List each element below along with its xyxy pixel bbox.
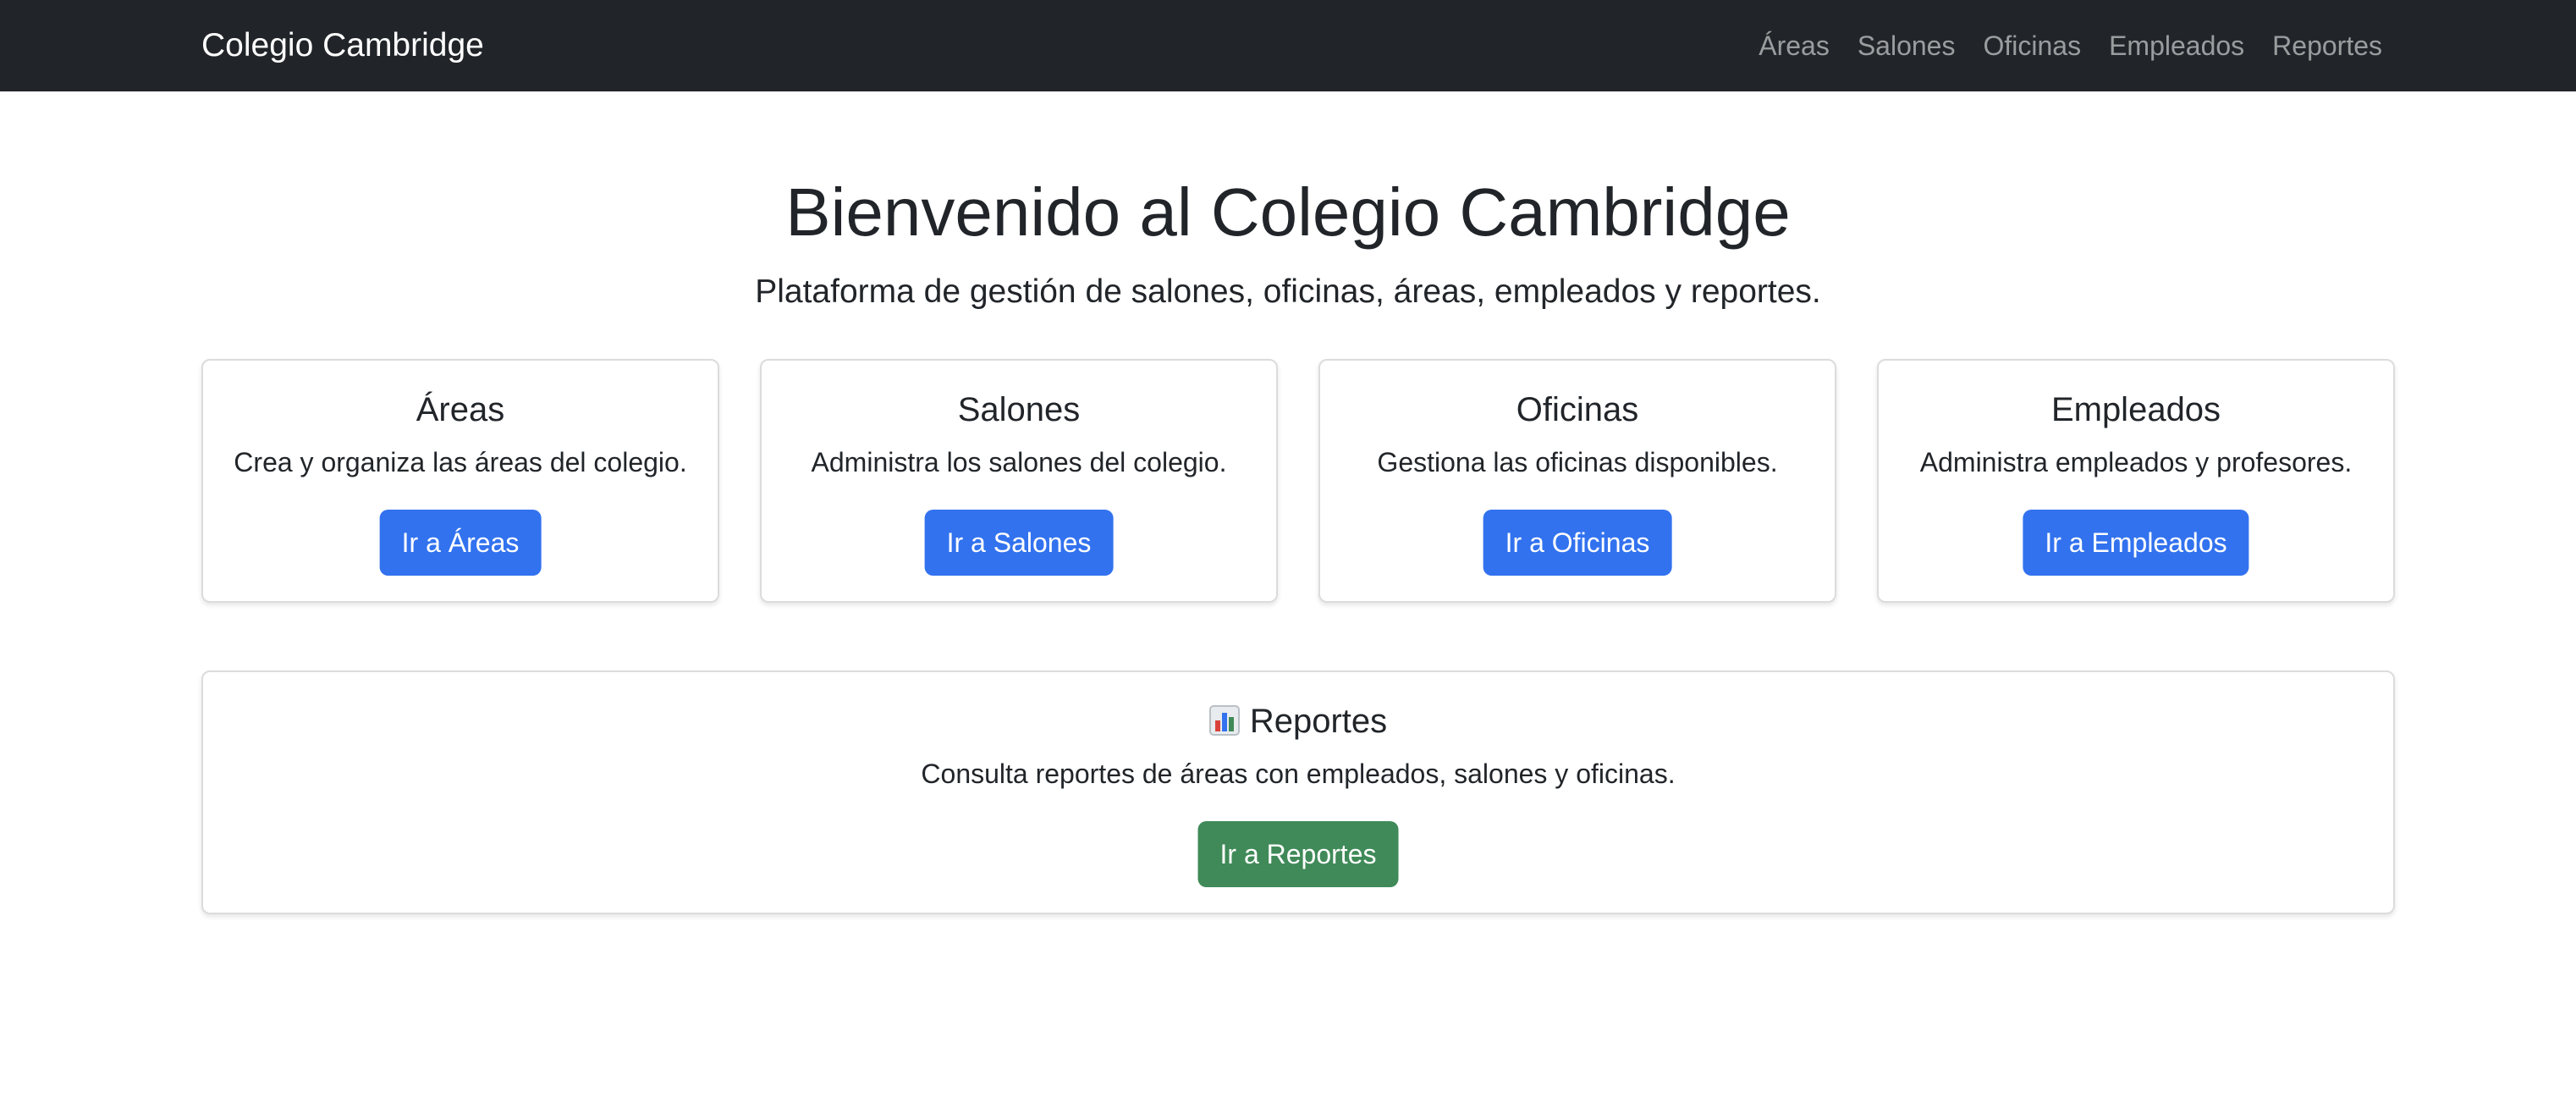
card-title: Reportes	[203, 703, 2393, 741]
card-title: Oficinas	[1516, 391, 1639, 428]
card-reportes: Reportes Consulta reportes de áreas con …	[201, 670, 2395, 914]
go-areas-button[interactable]: Ir a Áreas	[379, 510, 542, 576]
nav-link-reportes[interactable]: Reportes	[2272, 30, 2382, 62]
card-text: Consulta reportes de áreas con empleados…	[921, 759, 1676, 789]
nav-link-areas[interactable]: Áreas	[1759, 30, 1830, 62]
nav-link-empleados[interactable]: Empleados	[2109, 30, 2244, 62]
go-salones-button[interactable]: Ir a Salones	[924, 510, 1114, 576]
page-title: Bienvenido al Colegio Cambridge	[785, 174, 1791, 250]
card-text: Administra los salones del colegio.	[811, 447, 1227, 477]
brand-link[interactable]: Colegio Cambridge	[201, 0, 484, 91]
nav-link-salones[interactable]: Salones	[1858, 30, 1956, 62]
page-subtitle: Plataforma de gestión de salones, oficin…	[755, 273, 1821, 310]
go-reportes-button[interactable]: Ir a Reportes	[1197, 821, 1399, 887]
go-oficinas-button[interactable]: Ir a Oficinas	[1483, 510, 1672, 576]
nav-links: Áreas Salones Oficinas Empleados Reporte…	[1759, 0, 2382, 91]
card-empleados: Empleados Administra empleados y profeso…	[1877, 359, 2395, 603]
card-areas: Áreas Crea y organiza las áreas del cole…	[201, 359, 719, 603]
card-text: Crea y organiza las áreas del colegio.	[234, 447, 687, 477]
card-title: Empleados	[2050, 391, 2221, 428]
card-title: Áreas	[416, 391, 505, 428]
go-empleados-button[interactable]: Ir a Empleados	[2023, 510, 2249, 576]
card-oficinas: Oficinas Gestiona las oficinas disponibl…	[1318, 359, 1836, 603]
bar-chart-icon	[1208, 705, 1240, 736]
card-title-text: Reportes	[1249, 703, 1388, 740]
card-salones: Salones Administra los salones del coleg…	[760, 359, 1278, 603]
card-text: Gestiona las oficinas disponibles.	[1377, 447, 1778, 477]
navbar: Colegio Cambridge Áreas Salones Oficinas…	[0, 0, 2576, 91]
card-title: Salones	[957, 391, 1081, 428]
card-text: Administra empleados y profesores.	[1919, 447, 2353, 477]
nav-link-oficinas[interactable]: Oficinas	[1983, 30, 2081, 62]
